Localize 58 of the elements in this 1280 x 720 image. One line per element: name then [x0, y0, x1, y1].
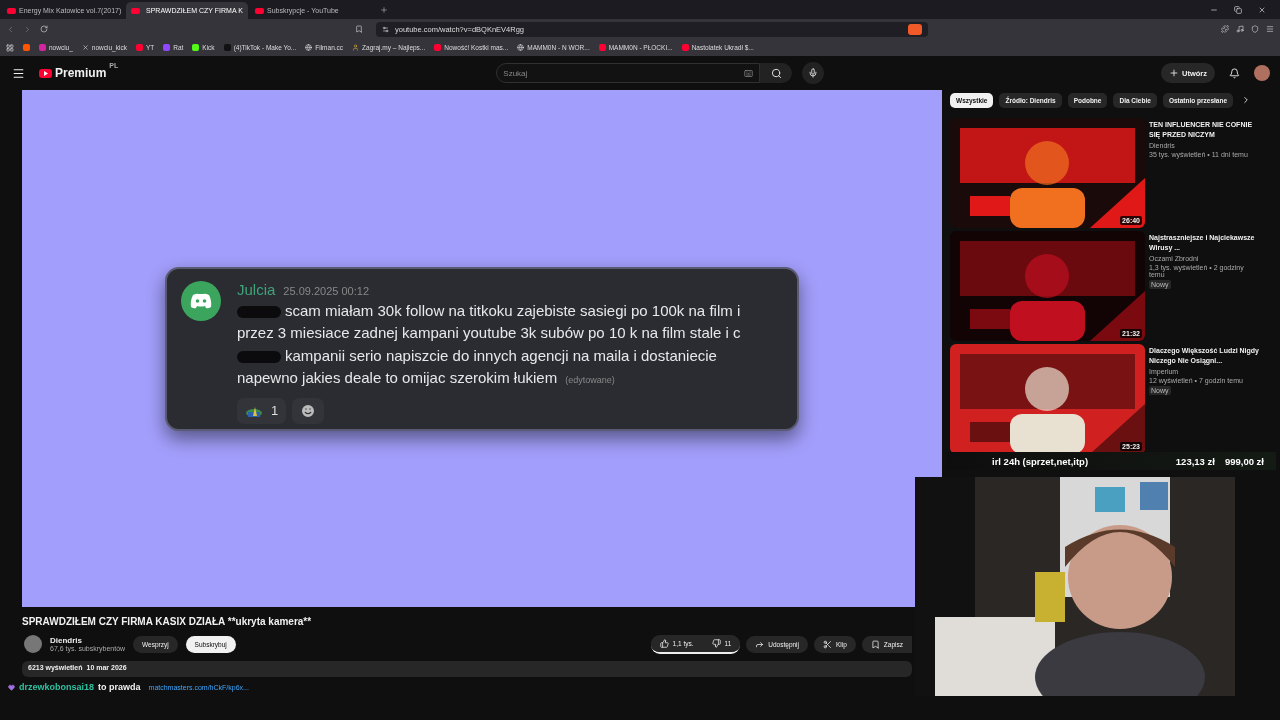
thumbs-up-icon [659, 638, 669, 648]
video-player[interactable] [22, 90, 942, 607]
author-name: Julcia [237, 280, 276, 298]
music-icon[interactable] [1236, 25, 1244, 33]
x-icon [81, 44, 89, 51]
bookmark-icon [434, 44, 442, 51]
keyboard-icon [744, 68, 754, 78]
search-icon [770, 67, 782, 79]
new-tab-icon[interactable] [380, 6, 388, 14]
bookmark-icon [135, 44, 143, 51]
share-icon [755, 639, 765, 649]
bookmark-icon [23, 44, 30, 51]
bookmark-icon [870, 639, 880, 649]
minimize-icon[interactable] [1210, 6, 1218, 14]
chat-username: drzewkobonsai18 [19, 682, 95, 692]
bookmark-icon [681, 44, 689, 51]
channel-name[interactable]: Diendris [50, 636, 125, 645]
goal-label: irl 24h (sprzet,net,itp) [992, 455, 1089, 467]
raised-amount: 123,13 zł [1175, 455, 1215, 467]
avatar[interactable] [1254, 65, 1270, 81]
target-amount: 999,00 zł [1224, 455, 1264, 467]
smiley-icon [300, 402, 317, 419]
globe-icon [305, 44, 313, 51]
close-icon[interactable] [1258, 6, 1266, 14]
reload-icon[interactable] [40, 25, 48, 33]
site-settings-icon [382, 25, 389, 33]
globe-icon [517, 44, 525, 51]
video-title: SPRAWDZIŁEM CZY FIRMA KASIX DZIAŁA **ukryta kamera** [22, 616, 313, 627]
apps-icon[interactable] [6, 43, 14, 52]
bookmark-icon [163, 44, 171, 51]
mic-icon [808, 68, 819, 78]
notifications-icon[interactable] [1229, 67, 1240, 79]
scissors-icon [823, 639, 832, 649]
youtube-icon [255, 7, 264, 14]
search-field[interactable]: Szukaj [496, 63, 761, 83]
youtube-icon [7, 7, 16, 14]
mic-button[interactable] [802, 62, 825, 84]
bookmark-icon[interactable] [355, 25, 363, 33]
person-icon [352, 44, 360, 51]
bookmark-icon [223, 44, 231, 51]
bookmark-icon [598, 44, 606, 51]
bookmark-icon [192, 44, 200, 51]
puzzle-icon[interactable] [1221, 25, 1229, 33]
channel-avatar[interactable] [24, 635, 42, 653]
add-reaction-button[interactable] [292, 397, 325, 424]
menu-icon[interactable] [12, 66, 25, 80]
bookmark-icon [39, 44, 46, 51]
restore-icon[interactable] [1234, 6, 1242, 14]
timestamp: 25.09.2025 00:12 [283, 284, 369, 297]
discord-icon [181, 280, 221, 321]
youtube-icon [131, 7, 140, 14]
heart-icon [8, 683, 15, 691]
message-text: scam miałam 30k follow na titkoku zajebiste sasiegi po 100k na film i przez 3 miesiace zadnej kampani youtube 3k subów po 10 k na film stale i c kampanii serio napiszcie do innych agencji na maila i dostaniecie napewno jakies deale to omijac szerokim łukiem (edytowane) [237, 300, 742, 388]
thumbs-down-icon [711, 638, 721, 648]
reaction-button[interactable]: 1 [237, 397, 287, 424]
search-button[interactable] [760, 63, 793, 83]
plus-icon [1169, 68, 1179, 78]
chat-message: to prawda [98, 682, 141, 692]
